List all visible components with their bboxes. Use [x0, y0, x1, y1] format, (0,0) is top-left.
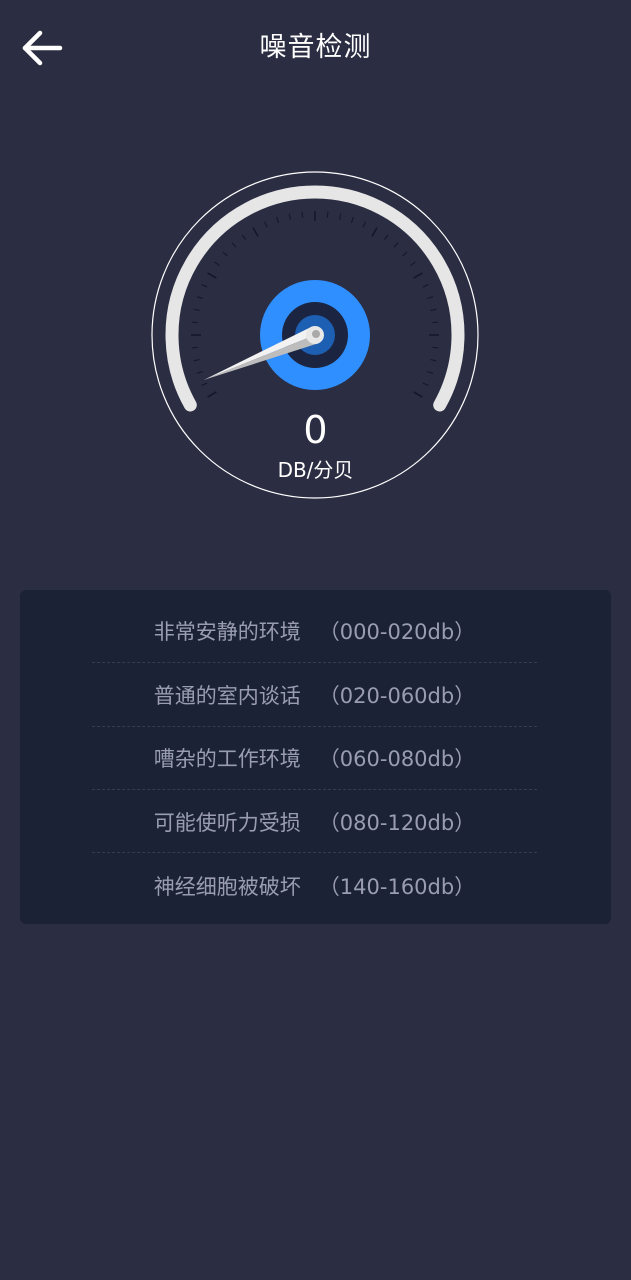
gauge-tick [410, 261, 416, 267]
gauge-tick [432, 346, 439, 349]
gauge-tick [231, 242, 237, 248]
gauge-tick [252, 227, 259, 237]
gauge-tick [430, 308, 437, 312]
gauge-tick [196, 370, 203, 374]
gauge-tick [207, 391, 217, 398]
level-label: 嘈杂的工作环境 [153, 746, 301, 771]
list-item: 可能使听力受损 （080-120db） [92, 790, 537, 853]
header: 噪音检测 [0, 0, 631, 96]
needle-cap-dot [312, 330, 320, 338]
gauge-tick [222, 251, 228, 257]
gauge-tick [241, 234, 247, 240]
list-item: 非常安静的环境 （000-020db） [92, 599, 537, 662]
gauge-tick [196, 296, 203, 300]
gauge-value: 0 [303, 408, 328, 452]
gauge-tick [276, 216, 280, 223]
gauge-tick [214, 261, 220, 267]
level-range: （060-080db） [318, 746, 476, 771]
level-label: 普通的室内谈话 [153, 683, 301, 708]
list-item: 嘈杂的工作环境 （060-080db） [92, 726, 537, 789]
gauge-tick [402, 251, 408, 257]
level-range: （000-020db） [318, 619, 476, 644]
level-label: 神经细胞被破坏 [153, 874, 301, 899]
gauge-tick [362, 221, 366, 228]
gauge-tick [193, 308, 200, 312]
gauge-tick [264, 221, 268, 228]
gauge-tick [207, 272, 217, 279]
gauge-tick [338, 213, 342, 220]
gauge-tick [383, 234, 389, 240]
gauge-tick [191, 346, 198, 349]
gauge-tick [422, 382, 429, 386]
gauge-tick [427, 296, 434, 300]
gauge-tick [201, 382, 208, 386]
noise-gauge: 0 DB/分贝 [0, 160, 631, 520]
gauge-tick [301, 211, 304, 218]
gauge-tick [422, 284, 429, 288]
gauge-tick [193, 358, 200, 362]
level-label: 可能使听力受损 [153, 810, 301, 835]
gauge-tick [350, 216, 354, 223]
gauge-tick [288, 213, 292, 220]
gauge-tick [430, 358, 437, 362]
gauge-tick [326, 211, 329, 218]
list-item: 普通的室内谈话 （020-060db） [92, 663, 537, 726]
gauge-tick [191, 321, 198, 324]
divider [92, 852, 537, 853]
gauge-tick [371, 227, 378, 237]
level-range: （020-060db） [318, 683, 476, 708]
level-label: 非常安静的环境 [153, 619, 301, 644]
gauge-unit: DB/分贝 [277, 458, 354, 482]
gauge-tick [413, 391, 423, 398]
gauge-tick [201, 284, 208, 288]
page-title: 噪音检测 [259, 32, 372, 63]
level-range: （140-160db） [318, 874, 476, 899]
list-item: 神经细胞被破坏 （140-160db） [92, 854, 537, 917]
gauge-tick [427, 370, 434, 374]
gauge-tick [393, 242, 399, 248]
gauge-tick [432, 321, 439, 324]
gauge-tick [413, 272, 423, 279]
level-range: （080-120db） [318, 810, 476, 835]
noise-level-list: 非常安静的环境 （000-020db） 普通的室内谈话 （020-060db） … [20, 590, 611, 924]
